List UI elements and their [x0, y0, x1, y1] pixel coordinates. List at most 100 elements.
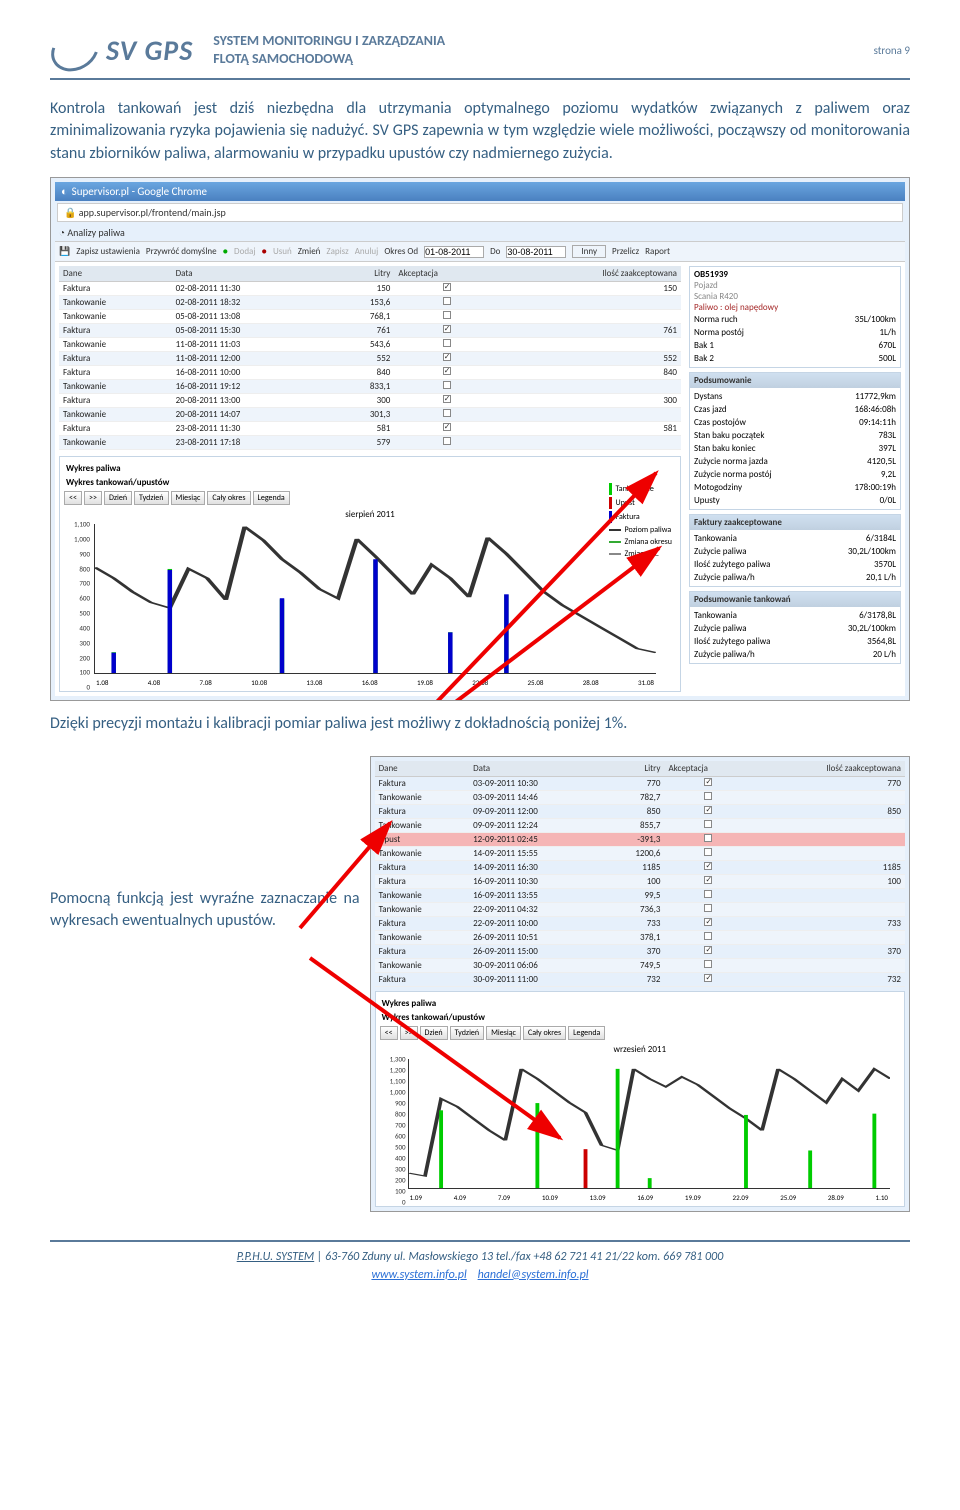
table-row[interactable]: Faktura22-09-2011 10:00733733 [375, 916, 905, 930]
chart2-yaxis: 01002003004005006007008009001,0001,1001,… [380, 1059, 408, 1202]
table-row[interactable]: Tankowanie26-09-2011 10:51378,1 [375, 930, 905, 944]
col2-akc[interactable]: Akceptacja [664, 761, 752, 777]
table-row[interactable]: Tankowanie02-08-2011 18:32153,6 [59, 296, 681, 310]
chart2-day-button[interactable]: Dzień [420, 1026, 448, 1040]
paragraph-3: Pomocną funkcją jest wyraźne zaznaczanie… [50, 888, 360, 933]
screenshot-1: ◐ Supervisor.pl - Google Chrome 🔒 app.su… [50, 177, 910, 701]
cancel-button[interactable]: Anuluj [355, 246, 379, 257]
info-row: Stan baku początek783L [694, 429, 896, 442]
restore-defaults-button[interactable]: Przywróć domyślne [146, 246, 217, 257]
table-row[interactable]: Tankowanie03-09-2011 14:46782,7 [375, 790, 905, 804]
chart-panel-title: Wykres paliwa [64, 461, 676, 476]
col-dane[interactable]: Dane [59, 266, 172, 282]
col2-ilosc[interactable]: Ilość zaakceptowana [752, 761, 905, 777]
secure-icon: 🔒 [64, 206, 76, 219]
table-row[interactable]: Tankowanie14-09-2011 15:551200,6 [375, 846, 905, 860]
table-row[interactable]: Faktura11-08-2011 12:00552552 [59, 352, 681, 366]
legend-upust: Upust [616, 498, 635, 508]
chart-next-button[interactable]: >> [84, 491, 102, 505]
col-litry[interactable]: Litry [332, 266, 395, 282]
info-row: Zużycie norma jazda4120,5L [694, 455, 896, 468]
table-row[interactable]: Faktura14-09-2011 16:3011851185 [375, 860, 905, 874]
chart2-prev-button[interactable]: << [380, 1026, 398, 1040]
fuel-table: Dane Data Litry Akceptacja Ilość zaakcep… [59, 266, 681, 450]
info-row: Zużycie paliwa30,2L/100km [694, 622, 896, 635]
table-row[interactable]: Faktura26-09-2011 15:00370370 [375, 944, 905, 958]
table-row[interactable]: Tankowanie11-08-2011 11:03543,6 [59, 338, 681, 352]
col2-dane[interactable]: Dane [375, 761, 469, 777]
chart-full-button[interactable]: Cały okres [207, 491, 250, 505]
info-row: Zużycie paliwa30,2L/100km [694, 545, 896, 558]
info-row: Norma ruch35L/100km [694, 313, 896, 326]
table-row[interactable]: Faktura16-08-2011 10:00840840 [59, 366, 681, 380]
chart-month-button[interactable]: Miesiąc [171, 491, 206, 505]
save-settings-button[interactable]: Zapisz ustawienia [76, 246, 140, 257]
table-row[interactable]: Faktura03-09-2011 10:30770770 [375, 776, 905, 790]
chart-week-button[interactable]: Tydzień [134, 491, 168, 505]
tab-label[interactable]: Analizy paliwa [67, 226, 125, 239]
table-row[interactable]: Faktura09-09-2011 12:00850850 [375, 804, 905, 818]
table-row[interactable]: Tankowanie05-08-2011 13:08768,1 [59, 310, 681, 324]
date-from-input[interactable] [424, 246, 484, 258]
chart-day-button[interactable]: Dzień [104, 491, 132, 505]
col-akc[interactable]: Akceptacja [394, 266, 499, 282]
chart-panel-2: Wykres paliwa Wykres tankowań/upustów <<… [375, 991, 905, 1207]
date-to-input[interactable] [506, 246, 566, 258]
table-row[interactable]: Tankowanie20-08-2011 14:07301,3 [59, 408, 681, 422]
chart2-month-button[interactable]: Miesiąc [486, 1026, 521, 1040]
table-row[interactable]: Faktura30-09-2011 11:00732732 [375, 972, 905, 986]
table-row[interactable]: Faktura23-08-2011 11:30581581 [59, 422, 681, 436]
save-button[interactable]: Zapisz [326, 246, 348, 257]
change-button[interactable]: Zmień [298, 246, 321, 257]
vehicle-panel: OB51939 Pojazd Scania R420 Paliwo : olej… [689, 266, 901, 368]
tankings-header: Podsumowanie tankowań [690, 592, 900, 607]
info-row: Czas postojów09:14:11h [694, 416, 896, 429]
vehicle-id: OB51939 [694, 269, 896, 280]
col2-data[interactable]: Data [469, 761, 603, 777]
chart-legend: Tankowanie Upust Faktura Poziom paliwa Z… [605, 477, 677, 565]
calculate-button[interactable]: Przelicz [612, 246, 639, 257]
table-row[interactable]: Faktura05-08-2011 15:30761761 [59, 324, 681, 338]
chart2-next-button[interactable]: >> [400, 1026, 418, 1040]
col-data[interactable]: Data [172, 266, 332, 282]
table-row[interactable]: Faktura02-08-2011 11:30150150 [59, 282, 681, 296]
report-button[interactable]: Raport [645, 246, 670, 257]
chart-prev-button[interactable]: << [64, 491, 82, 505]
table-row[interactable]: Tankowanie16-09-2011 13:5599,5 [375, 888, 905, 902]
to-label: Do [490, 246, 500, 257]
chart2-panel-title: Wykres paliwa [380, 996, 900, 1011]
table-row[interactable]: Faktura20-08-2011 13:00300300 [59, 394, 681, 408]
info-row: Stan baku koniec397L [694, 442, 896, 455]
chart-legend-button[interactable]: Legenda [253, 491, 290, 505]
col-ilosc[interactable]: Ilość zaakceptowana [499, 266, 681, 282]
chart2-full-button[interactable]: Cały okres [523, 1026, 566, 1040]
footer-email-link[interactable]: handel@system.info.pl [478, 1268, 589, 1282]
table-row[interactable]: Tankowanie16-08-2011 19:12833,1 [59, 380, 681, 394]
chart2-week-button[interactable]: Tydzień [450, 1026, 484, 1040]
table-row[interactable]: Tankowanie09-09-2011 12:24855,7 [375, 818, 905, 832]
legend-faktura: Faktura [616, 512, 640, 522]
page-footer: P.P.H.U. SYSTEM | 63-760 Zduny ul. Masło… [50, 1240, 910, 1284]
other-select[interactable]: Inny [572, 245, 606, 258]
page-number: strona 9 [874, 44, 910, 57]
fuel-table-2: Dane Data Litry Akceptacja Ilość zaakcep… [375, 761, 905, 987]
table-row[interactable]: Tankowanie22-09-2011 04:32736,3 [375, 902, 905, 916]
invoices-header: Faktury zaakceptowane [690, 515, 900, 530]
table-row[interactable]: Tankowanie30-09-2011 06:06749,5 [375, 958, 905, 972]
table-row[interactable]: Tankowanie23-08-2011 17:18579 [59, 436, 681, 450]
address-bar[interactable]: 🔒 app.supervisor.pl/frontend/main.jsp [57, 203, 903, 222]
add-button[interactable]: Dodaj [234, 246, 255, 257]
chart2-legend-button[interactable]: Legenda [568, 1026, 605, 1040]
chrome-icon: ◐ [61, 185, 68, 198]
table-row[interactable]: Faktura16-09-2011 10:30100100 [375, 874, 905, 888]
table-row[interactable]: Upust12-09-2011 02:45-391,3 [375, 832, 905, 846]
delete-button[interactable]: Usuń [273, 246, 292, 257]
save-icon: 💾 [59, 246, 70, 257]
footer-website-link[interactable]: www.system.info.pl [371, 1268, 466, 1282]
logo-swoosh-icon [43, 20, 106, 80]
legend-zmiana-sk: Zmiana sk. [625, 549, 659, 559]
col2-litry[interactable]: Litry [603, 761, 664, 777]
chart-area-1 [94, 524, 656, 674]
legend-poziom: Poziom paliwa [625, 525, 672, 535]
chart-controls: << >> Dzień Tydzień Miesiąc Cały okres L… [64, 491, 676, 505]
